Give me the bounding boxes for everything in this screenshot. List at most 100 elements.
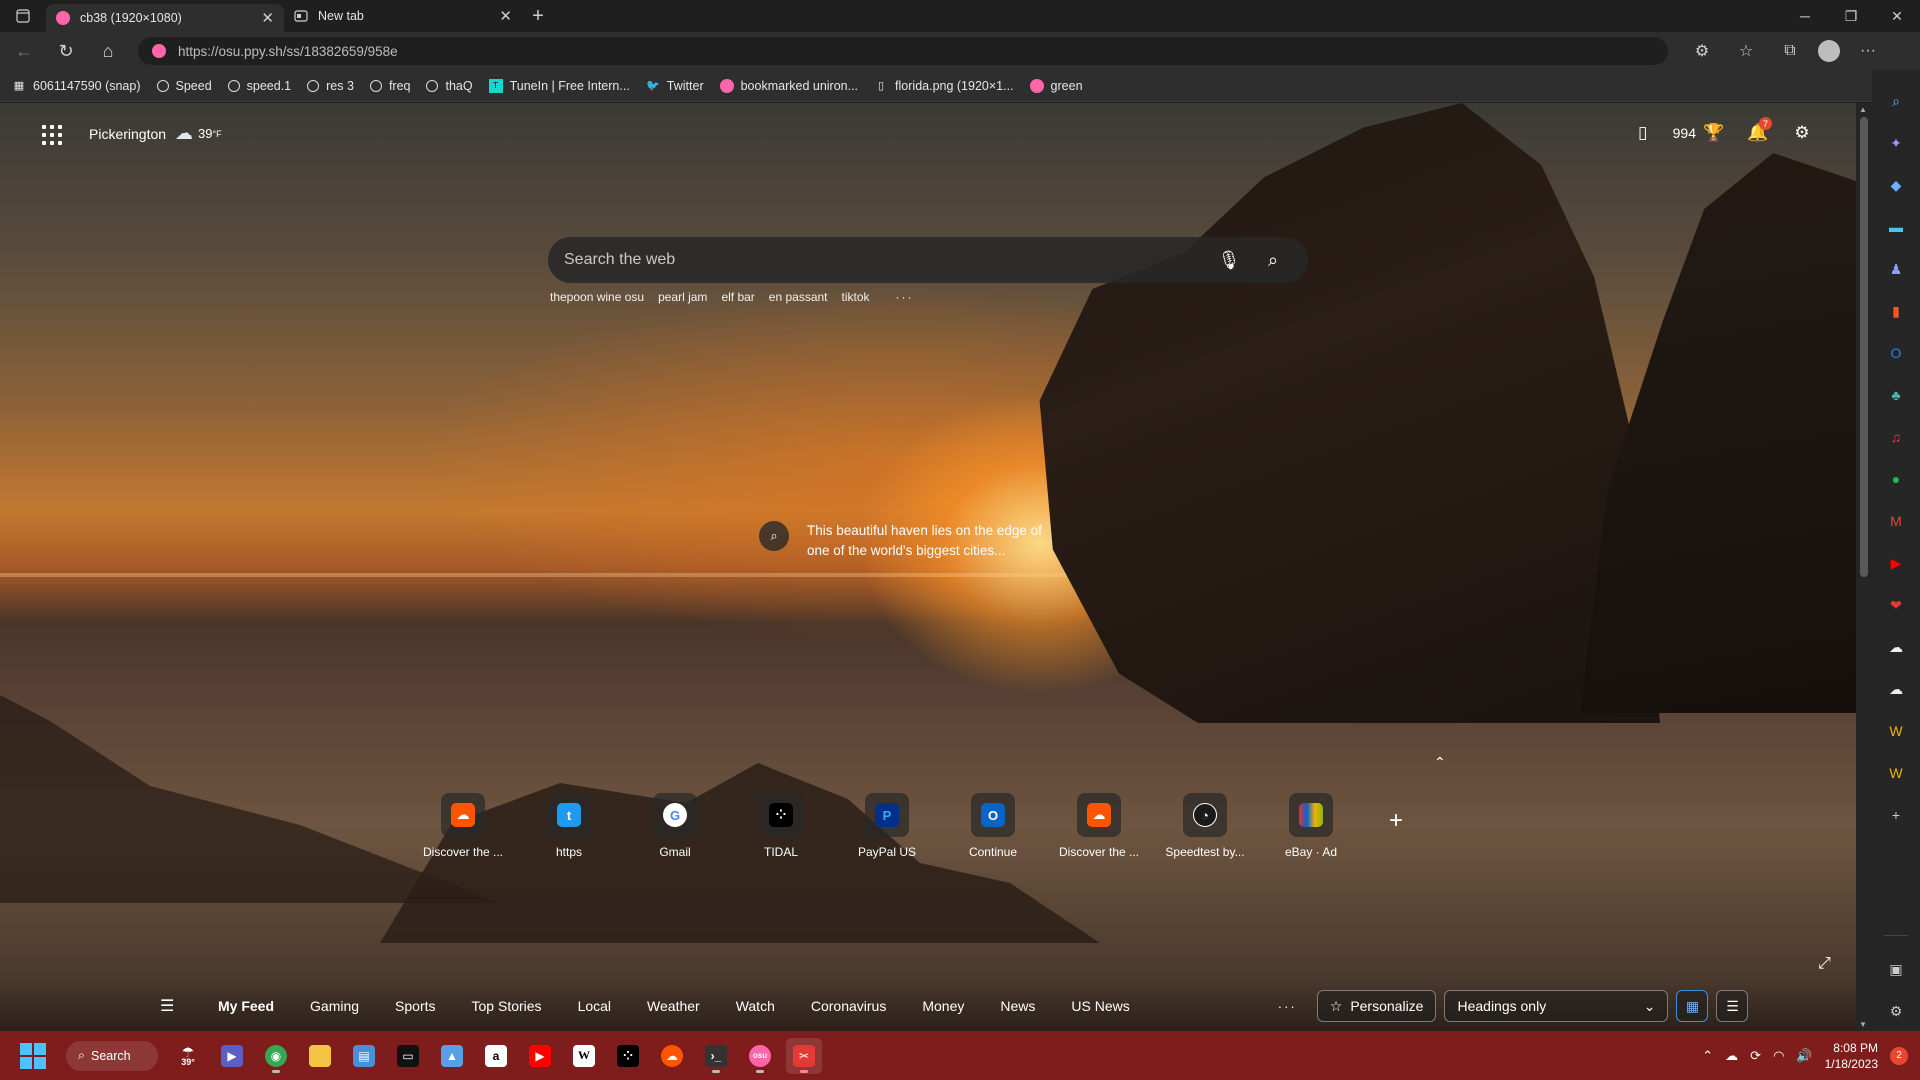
url-text[interactable]: https://osu.ppy.sh/ss/18382659/958e <box>178 44 398 59</box>
refresh-button[interactable]: ↻ <box>48 36 84 66</box>
sidebar-cloud-icon[interactable]: ☁ <box>1884 677 1908 701</box>
location-label[interactable]: Pickerington <box>89 126 166 142</box>
taskbar-amazon[interactable]: a <box>478 1038 514 1074</box>
taskbar-file-explorer[interactable] <box>302 1038 338 1074</box>
settings-more-button[interactable]: ··· <box>1852 36 1884 66</box>
minimize-button[interactable]: ─ <box>1782 0 1828 32</box>
taskbar-tidal[interactable]: ⁘ <box>610 1038 646 1074</box>
sidebar-tools-icon[interactable]: ▬ <box>1884 215 1908 239</box>
sidebar-youtube-icon[interactable]: ▶ <box>1884 551 1908 575</box>
sidebar-w-icon[interactable]: W <box>1884 719 1908 743</box>
new-tab-button[interactable]: + <box>522 5 554 28</box>
taskbar-weather[interactable]: ☂ 39° <box>170 1038 206 1074</box>
quick-link[interactable]: O Continue <box>940 793 1046 859</box>
feed-tab-us-news[interactable]: US News <box>1053 998 1147 1014</box>
taskbar-osu[interactable]: osu <box>742 1038 778 1074</box>
sidebar-tree-icon[interactable]: ♣ <box>1884 383 1908 407</box>
feed-tab-watch[interactable]: Watch <box>718 998 793 1014</box>
feed-tab-my-feed[interactable]: My Feed <box>200 998 292 1014</box>
trending-item[interactable]: thepoon wine osu <box>550 290 644 304</box>
taskbar-photos[interactable]: ▲ <box>434 1038 470 1074</box>
close-tab-icon[interactable]: ✕ <box>261 9 274 27</box>
taskbar-snipping-tool[interactable]: ✂ <box>786 1037 822 1074</box>
bookmark-item[interactable]: speed.1 <box>227 79 291 93</box>
sync-icon[interactable]: ⟳ <box>1750 1048 1761 1064</box>
quick-link[interactable]: ☁ Discover the ... <box>1046 793 1152 859</box>
clock[interactable]: 8:08 PM 1/18/2023 <box>1825 1040 1878 1072</box>
taskbar-control-panel[interactable]: ▤ <box>346 1038 382 1074</box>
trending-item[interactable]: pearl jam <box>658 290 707 304</box>
more-trending-button[interactable]: ··· <box>896 290 914 304</box>
quick-link[interactable]: G Gmail <box>622 793 728 859</box>
weather-widget[interactable]: ☁ 39 °F <box>175 123 222 144</box>
profile-avatar[interactable] <box>1818 40 1840 62</box>
tab-new-tab[interactable]: New tab ✕ <box>284 0 522 32</box>
taskbar-terminal-2[interactable]: ›_ <box>698 1038 734 1074</box>
home-button[interactable]: ⌂ <box>90 36 126 66</box>
sidebar-games-icon[interactable]: ♟ <box>1884 257 1908 281</box>
bookmark-item[interactable]: Speed <box>156 79 212 93</box>
feed-tab-coronavirus[interactable]: Coronavirus <box>793 998 904 1014</box>
page-scrollbar[interactable]: ▲ ▼ <box>1856 103 1872 1031</box>
bookmark-item[interactable]: freq <box>369 79 410 93</box>
web-search-box[interactable]: 🎙 ⌕ <box>548 237 1308 283</box>
quick-link[interactable]: ◔ Speedtest by... <box>1152 793 1258 859</box>
quick-link[interactable]: ☁ Discover the ... <box>410 793 516 859</box>
volume-icon[interactable]: 🔊 <box>1796 1048 1812 1064</box>
list-view-button[interactable]: ☰ <box>1716 990 1749 1022</box>
add-quick-link-button[interactable]: + <box>1374 799 1418 843</box>
chevron-up-icon[interactable]: ⌃ <box>1434 754 1446 771</box>
grid-view-button[interactable]: ▦ <box>1676 990 1709 1022</box>
sidebar-gmail-icon[interactable]: M <box>1884 509 1908 533</box>
favorites-button[interactable]: ☆ <box>1730 36 1762 66</box>
taskbar-youtube[interactable]: ▶ <box>522 1038 558 1074</box>
restore-button[interactable]: ❐ <box>1828 0 1874 32</box>
bookmark-item[interactable]: bookmarked uniron... <box>719 78 858 93</box>
search-input[interactable] <box>564 251 1202 269</box>
app-launcher-icon[interactable] <box>42 125 62 145</box>
layout-select[interactable]: Headings only ⌄ <box>1444 990 1669 1022</box>
quick-link[interactable]: t https <box>516 793 622 859</box>
notification-center-badge[interactable]: 2 <box>1890 1046 1908 1065</box>
back-button[interactable]: ← <box>6 36 42 66</box>
feed-tab-money[interactable]: Money <box>904 998 982 1014</box>
taskbar-soundcloud[interactable]: ☁ <box>654 1038 690 1074</box>
bookmark-item[interactable]: ▦ 6061147590 (snap) <box>12 79 141 93</box>
sidebar-shopping-tag-icon[interactable]: ◆ <box>1884 173 1908 197</box>
address-bar[interactable]: https://osu.ppy.sh/ss/18382659/958e <box>138 37 1668 65</box>
personalize-button[interactable]: ☆ Personalize <box>1316 990 1437 1022</box>
quick-link[interactable]: P PayPal US <box>834 793 940 859</box>
sidebar-add-icon[interactable]: + <box>1884 803 1908 827</box>
notifications-bell-icon[interactable]: 🔔 7 <box>1744 117 1772 147</box>
feed-tab-top-stories[interactable]: Top Stories <box>454 998 560 1014</box>
sidebar-heart-icon[interactable]: ❤ <box>1884 593 1908 617</box>
onedrive-cloud-icon[interactable]: ☁ <box>1725 1048 1738 1064</box>
sidebar-music-icon[interactable]: ♫ <box>1884 425 1908 449</box>
bookmark-item[interactable]: res 3 <box>307 79 354 93</box>
rewards-points[interactable]: 994 <box>1673 125 1696 141</box>
trending-item[interactable]: en passant <box>769 290 828 304</box>
sidebar-discover-icon[interactable]: ✦ <box>1884 131 1908 155</box>
expand-icon[interactable]: ⤢ <box>1818 955 1831 973</box>
bookmark-item[interactable]: thaQ <box>426 79 473 93</box>
microphone-icon[interactable]: 🎙 <box>1212 243 1246 277</box>
sidebar-office-icon[interactable]: ▮ <box>1884 299 1908 323</box>
bookmark-item[interactable]: green <box>1029 78 1083 93</box>
bookmark-item[interactable]: ▯ florida.png (1920×1... <box>874 79 1014 93</box>
hamburger-menu-icon[interactable]: ☰ <box>160 996 182 1016</box>
quick-link[interactable]: ⁘ TIDAL <box>728 793 834 859</box>
tab-actions-button[interactable] <box>0 0 46 32</box>
trophy-icon[interactable]: 🏆 <box>1700 119 1728 147</box>
taskbar-terminal[interactable]: ▭ <box>390 1038 426 1074</box>
more-feed-tabs-button[interactable]: ··· <box>1278 999 1297 1014</box>
sidebar-outlook-icon[interactable]: O <box>1884 341 1908 365</box>
trending-item[interactable]: tiktok <box>842 290 870 304</box>
bookmark-item[interactable]: T TuneIn | Free Intern... <box>488 78 630 93</box>
sidebar-hide-icon[interactable]: ▣ <box>1884 957 1908 981</box>
taskbar-chrome[interactable]: ◉ <box>258 1038 294 1074</box>
sidebar-w-icon[interactable]: W <box>1884 761 1908 785</box>
visual-search-icon[interactable]: ⌕ <box>759 521 789 551</box>
feed-tab-local[interactable]: Local <box>560 998 629 1014</box>
bookmark-item[interactable]: 🐦 Twitter <box>646 79 704 93</box>
scroll-up-icon[interactable]: ▲ <box>1859 105 1867 114</box>
